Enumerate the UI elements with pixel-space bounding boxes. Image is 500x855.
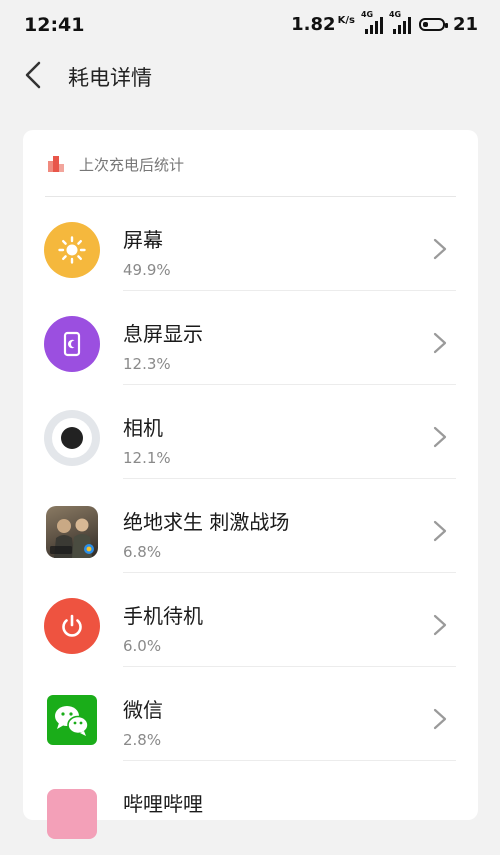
header: 耗电详情 bbox=[0, 52, 500, 98]
section-header: 上次充电后统计 bbox=[47, 152, 184, 176]
list-item-aod[interactable]: 息屏显示 12.3% bbox=[23, 291, 478, 385]
item-name: 微信 bbox=[123, 698, 163, 722]
battery-stats-icon bbox=[48, 156, 64, 172]
list-item-screen[interactable]: 屏幕 49.9% bbox=[23, 197, 478, 291]
chevron-right-icon bbox=[433, 708, 447, 730]
chevron-right-icon bbox=[433, 614, 447, 636]
battery-icon bbox=[418, 18, 448, 31]
usage-list: 屏幕 49.9% 息屏显示 12.3% 相机 12.1% 绝地求生 刺激战场 6… bbox=[23, 197, 478, 855]
item-percent: 6.0% bbox=[123, 637, 162, 655]
item-percent: 12.3% bbox=[123, 355, 171, 373]
list-item-pubg[interactable]: 绝地求生 刺激战场 6.8% bbox=[23, 479, 478, 573]
item-name: 绝地求生 刺激战场 bbox=[123, 510, 290, 534]
power-icon bbox=[44, 598, 100, 654]
item-percent: 12.1% bbox=[123, 449, 171, 467]
signal-icon-sim2: 4G bbox=[389, 10, 411, 34]
item-name: 屏幕 bbox=[123, 228, 163, 252]
aod-moon-icon bbox=[44, 316, 100, 372]
chevron-right-icon bbox=[433, 520, 447, 542]
item-percent: 2.8% bbox=[123, 731, 162, 749]
bilibili-icon bbox=[47, 789, 97, 839]
game-pubg-icon bbox=[46, 506, 98, 558]
list-item-camera[interactable]: 相机 12.1% bbox=[23, 385, 478, 479]
page-title: 耗电详情 bbox=[68, 66, 152, 90]
chevron-right-icon bbox=[433, 426, 447, 448]
chevron-right-icon bbox=[433, 332, 447, 354]
list-item-wechat[interactable]: 微信 2.8% bbox=[23, 667, 478, 761]
status-time: 12:41 bbox=[24, 14, 85, 36]
chevron-left-icon bbox=[25, 61, 41, 89]
item-percent: 49.9% bbox=[123, 261, 171, 279]
sun-icon bbox=[44, 222, 100, 278]
battery-level: 21 bbox=[452, 14, 478, 35]
item-name: 息屏显示 bbox=[123, 322, 203, 346]
usage-card: 上次充电后统计 屏幕 49.9% 息屏显示 12.3% 相机 12.1% 绝地求… bbox=[23, 130, 478, 839]
signal-tag-sim2: 4G bbox=[388, 9, 402, 19]
camera-lens-icon bbox=[44, 410, 100, 466]
wechat-icon bbox=[47, 695, 97, 745]
status-indicators: 1.82 K/s 4G 4G 21 bbox=[291, 10, 478, 36]
network-speed-value: 1.82 bbox=[291, 14, 336, 35]
status-bar: 12:41 1.82 K/s 4G 4G 21 bbox=[0, 0, 500, 52]
signal-tag-sim1: 4G bbox=[360, 9, 374, 19]
section-title: 上次充电后统计 bbox=[79, 155, 185, 174]
chevron-right-icon bbox=[433, 238, 447, 260]
network-speed-unit: K/s bbox=[337, 15, 355, 26]
item-name: 手机待机 bbox=[123, 604, 203, 628]
network-speed: 1.82 K/s bbox=[291, 14, 355, 35]
item-name: 哔哩哔哩 bbox=[123, 792, 203, 816]
signal-icon-sim1: 4G bbox=[361, 10, 383, 34]
item-percent: 6.8% bbox=[123, 543, 162, 561]
list-item-bilibili[interactable]: 哔哩哔哩 bbox=[23, 761, 478, 855]
list-item-standby[interactable]: 手机待机 6.0% bbox=[23, 573, 478, 667]
back-button[interactable] bbox=[16, 58, 50, 92]
item-name: 相机 bbox=[123, 416, 163, 440]
